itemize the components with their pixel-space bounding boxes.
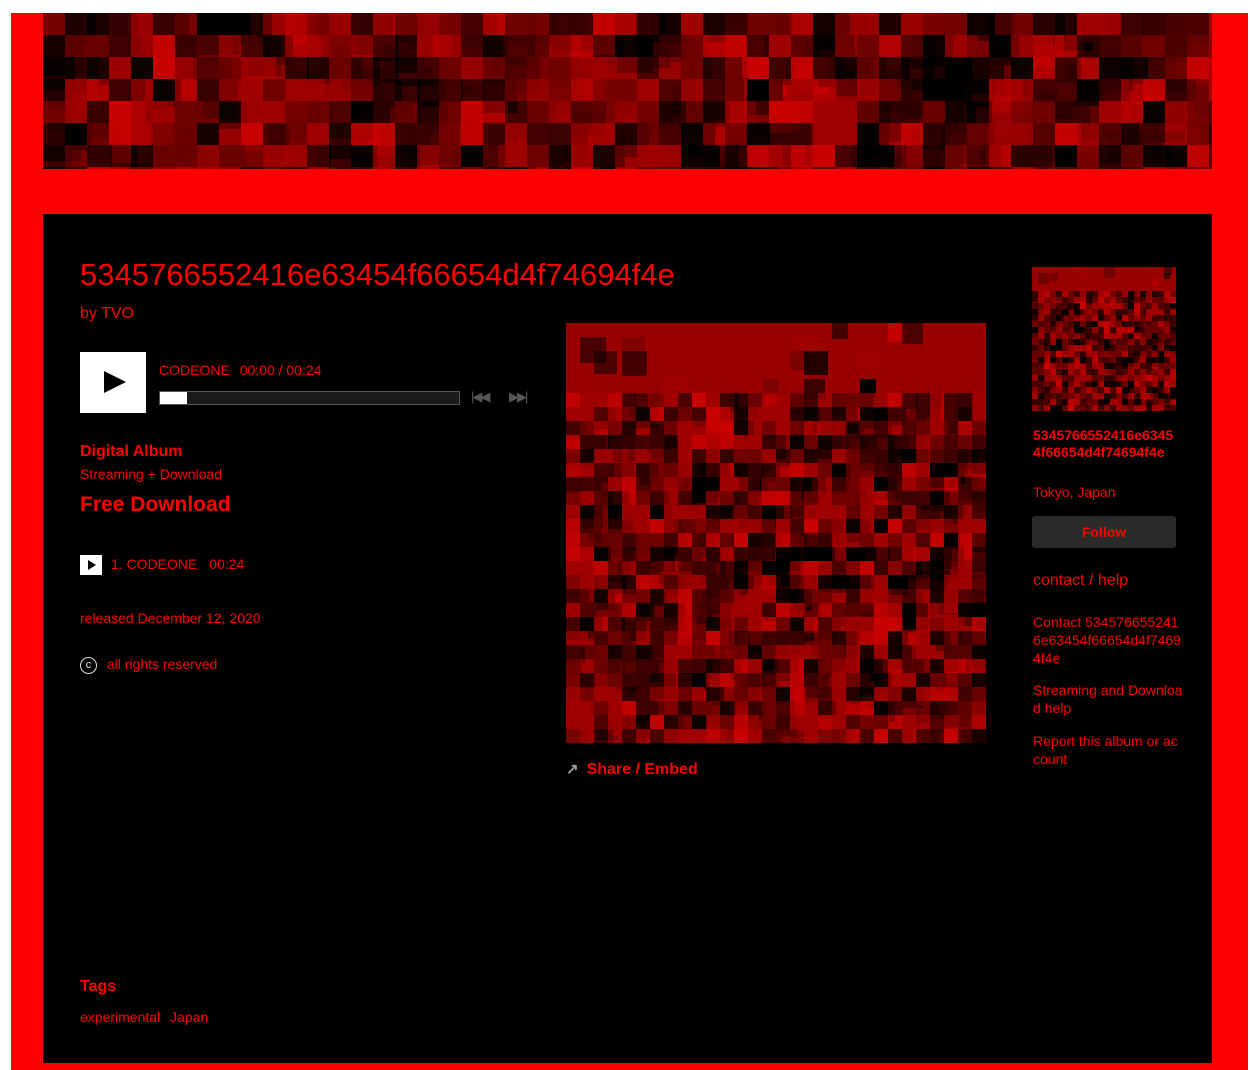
tags-heading: Tags	[80, 978, 117, 995]
track-title-line: 1. CODEONE 00:24	[111, 556, 244, 572]
progress-handle[interactable]	[160, 392, 187, 404]
album-art-pattern	[566, 323, 986, 743]
artist-thumbnail[interactable]	[1032, 267, 1176, 411]
artist-name[interactable]: 5345766552416e63454f66654d4f74694f4e	[1033, 427, 1179, 461]
track-play-button[interactable]	[80, 555, 102, 575]
follow-button[interactable]: Follow	[1032, 516, 1176, 548]
album-art[interactable]	[566, 323, 986, 743]
next-track-icon[interactable]: ▶▶|	[509, 389, 528, 405]
play-icon	[104, 371, 126, 393]
now-playing: CODEONE 00:00 / 00:24	[159, 362, 321, 378]
share-icon: ↗	[566, 761, 579, 778]
share-label: Share / Embed	[586, 761, 698, 778]
report-link[interactable]: Report this album or account	[1033, 732, 1183, 768]
track-title[interactable]: 1. CODEONE	[111, 556, 197, 572]
now-playing-track: CODEONE	[159, 362, 230, 378]
track-duration: 00:24	[209, 556, 245, 572]
header-banner-image	[43, 13, 1212, 169]
rights-notice: c all rights reserved	[80, 656, 217, 674]
tag-link[interactable]: Japan	[170, 1009, 208, 1025]
free-download-button[interactable]: Free Download	[80, 493, 231, 517]
tag-list: experimental Japan	[80, 1009, 214, 1025]
copyright-icon: c	[80, 656, 97, 674]
artist-thumbnail-pattern	[1032, 267, 1176, 411]
play-button[interactable]	[80, 352, 146, 413]
progress-bar[interactable]	[159, 391, 460, 405]
now-playing-time: 00:00 / 00:24	[239, 362, 322, 378]
banner-pattern	[43, 13, 1212, 169]
artist-byline: by TVO	[80, 305, 134, 323]
album-page: 5345766552416e63454f66654d4f74694f4e by …	[43, 214, 1212, 1063]
format-title[interactable]: Digital Album	[80, 443, 183, 461]
prev-track-icon[interactable]: |◀◀	[471, 389, 490, 405]
help-link[interactable]: Streaming and Download help	[1033, 681, 1183, 717]
contact-help-heading: contact / help	[1033, 572, 1129, 589]
by-prefix: by	[80, 305, 97, 322]
release-date: released December 12, 2020	[80, 610, 261, 626]
artist-location: Tokyo, Japan	[1033, 484, 1116, 500]
artist-link[interactable]: TVO	[101, 305, 134, 322]
tag-link[interactable]: experimental	[80, 1009, 160, 1025]
rights-text: all rights reserved	[106, 656, 218, 672]
share-embed-button[interactable]: ↗ Share / Embed	[566, 760, 698, 779]
format-subtitle: Streaming + Download	[80, 466, 223, 482]
contact-link[interactable]: Contact 5345766552416e63454f66654d4f7469…	[1033, 613, 1183, 667]
album-title: 5345766552416e63454f66654d4f74694f4e	[80, 257, 675, 292]
play-icon	[88, 560, 96, 570]
